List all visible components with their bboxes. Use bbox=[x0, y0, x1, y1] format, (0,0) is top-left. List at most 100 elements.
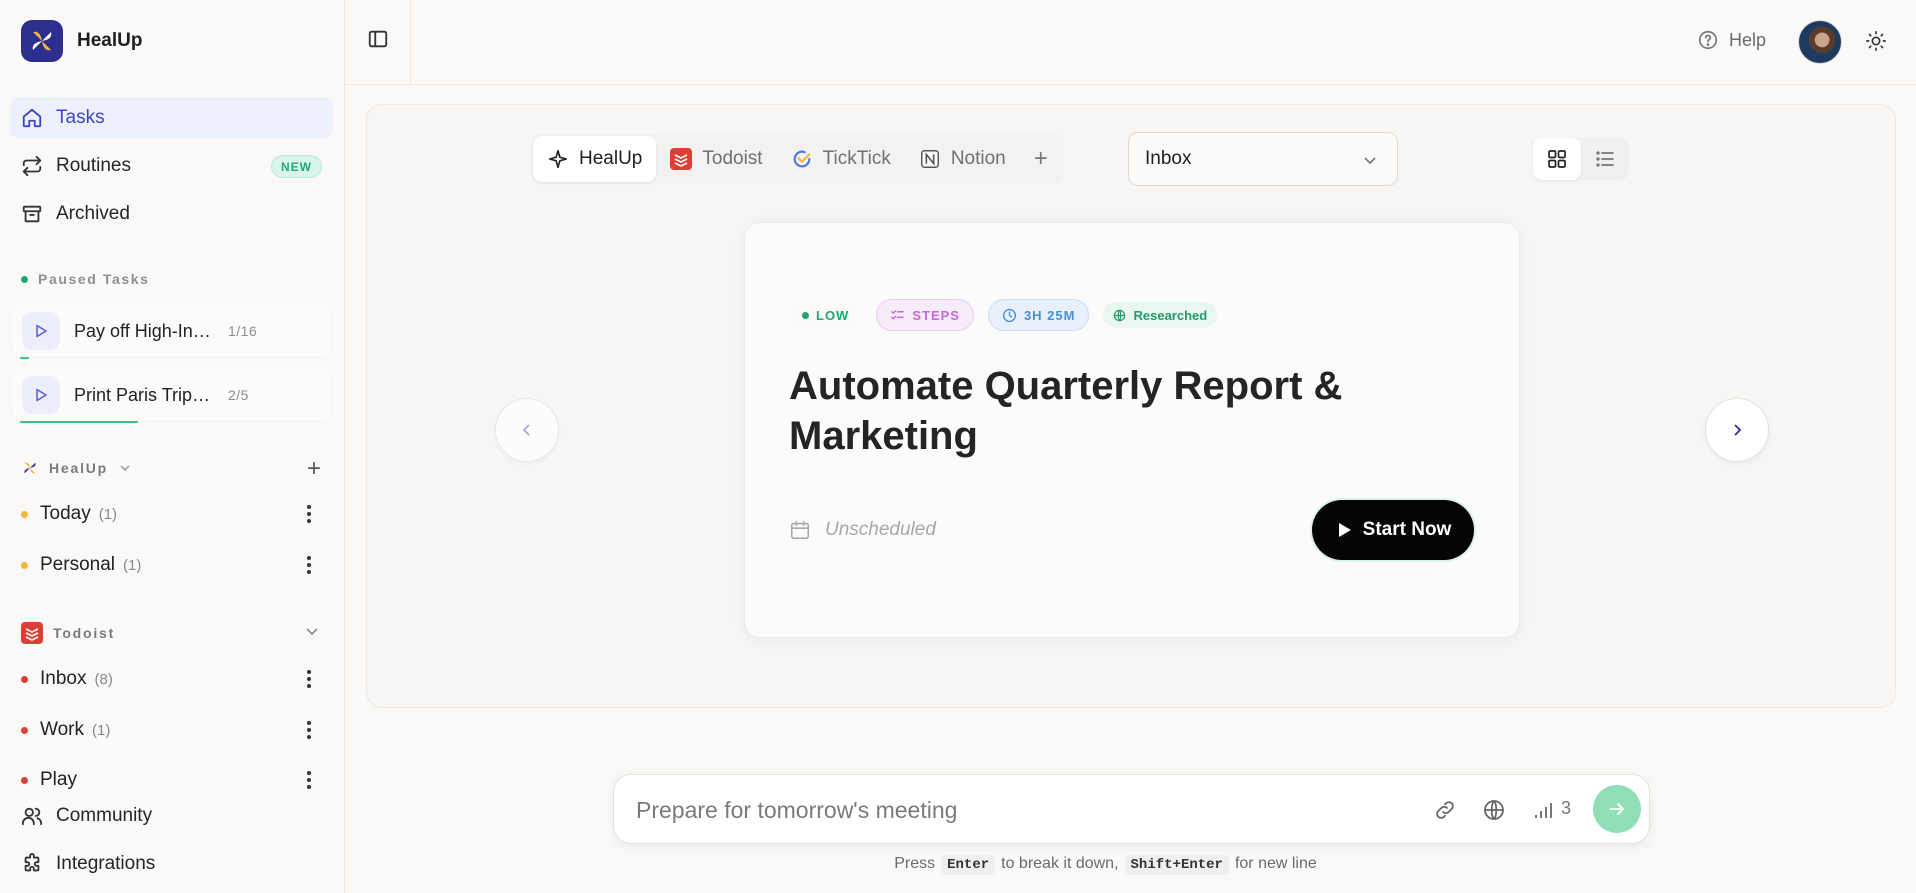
paused-task-item[interactable]: Print Paris Trip Docs 2/5 bbox=[12, 369, 330, 421]
sidebar-item-archived[interactable]: Archived bbox=[10, 193, 333, 235]
signal-bars-icon bbox=[1535, 803, 1552, 818]
priority-dot bbox=[802, 311, 809, 319]
link-icon[interactable] bbox=[1433, 798, 1457, 827]
project-select[interactable]: Inbox bbox=[1128, 132, 1398, 186]
notion-logo-icon bbox=[920, 150, 939, 168]
users-icon bbox=[21, 807, 43, 826]
composer-hint: Press Enter to break it down, Shift+Enter fo… bbox=[894, 855, 1317, 875]
group-header-todoist[interactable]: Todoist bbox=[21, 622, 321, 644]
source-tabs: HealUp Todoist TickTick Notion + bbox=[531, 134, 1064, 184]
project-dot bbox=[21, 675, 28, 683]
clock-icon bbox=[1002, 308, 1017, 322]
next-task-button[interactable] bbox=[1705, 398, 1769, 462]
add-project-button[interactable]: + bbox=[307, 455, 321, 483]
chevron-down-icon[interactable] bbox=[118, 461, 132, 475]
researched-badge: Researched bbox=[1103, 302, 1218, 328]
paused-tasks-label: Paused Tasks bbox=[21, 271, 150, 287]
tab-notion[interactable]: Notion bbox=[905, 136, 1020, 182]
divider bbox=[410, 0, 411, 85]
todoist-logo-icon bbox=[21, 622, 43, 644]
task-chips: LOW STEPS 3H 25M Researched bbox=[789, 299, 1218, 331]
paused-task-item[interactable]: Pay off High-Interest Debt 1/16 bbox=[12, 305, 330, 357]
brand-name: HealUp bbox=[77, 30, 143, 51]
archive-icon bbox=[22, 205, 42, 223]
new-task-input[interactable] bbox=[636, 793, 1416, 827]
theme-sun-icon[interactable] bbox=[1865, 30, 1887, 57]
calendar-icon bbox=[790, 520, 810, 540]
project-dot bbox=[21, 726, 28, 734]
todoist-logo-icon bbox=[670, 148, 693, 170]
steps-icon bbox=[891, 309, 905, 320]
paused-task-title: Pay off High-Interest Debt bbox=[74, 320, 214, 341]
sidebar-item-routines[interactable]: Routines NEW bbox=[10, 145, 333, 187]
ticktick-logo-icon bbox=[793, 150, 811, 168]
add-source-button[interactable]: + bbox=[1020, 145, 1062, 173]
sidebar: HealUp Tasks Routines NEW Archived Pause… bbox=[0, 0, 345, 893]
start-now-button[interactable]: Start Now bbox=[1312, 500, 1474, 560]
sidebar-item-work[interactable]: Work (1) bbox=[21, 715, 321, 745]
depth-selector[interactable]: 3 bbox=[1534, 798, 1571, 819]
sidebar-item-label: Archived bbox=[56, 203, 130, 224]
sidebar-item-tasks[interactable]: Tasks bbox=[10, 97, 333, 139]
shift-enter-key: Shift+Enter bbox=[1124, 855, 1229, 875]
healup-logo-icon bbox=[21, 20, 63, 62]
steps-badge[interactable]: STEPS bbox=[876, 299, 974, 331]
chevron-right-icon bbox=[1734, 424, 1742, 436]
globe-icon bbox=[1114, 309, 1126, 321]
more-menu-icon[interactable] bbox=[297, 767, 321, 792]
top-bar: Help bbox=[345, 0, 1916, 85]
paused-task-title: Print Paris Trip Docs bbox=[74, 384, 214, 405]
task-progress-bar bbox=[20, 421, 138, 423]
more-menu-icon[interactable] bbox=[297, 552, 321, 578]
more-menu-icon[interactable] bbox=[297, 666, 321, 692]
project-dot bbox=[21, 510, 28, 518]
sidebar-item-today[interactable]: Today (1) bbox=[21, 499, 321, 529]
paused-task-count: 2/5 bbox=[228, 387, 249, 403]
sidebar-item-inbox[interactable]: Inbox (8) bbox=[21, 664, 321, 694]
play-icon[interactable] bbox=[22, 312, 60, 350]
sidebar-item-personal[interactable]: Personal (1) bbox=[21, 550, 321, 580]
brand[interactable]: HealUp bbox=[21, 20, 142, 62]
tab-healup[interactable]: HealUp bbox=[533, 136, 657, 182]
new-badge: NEW bbox=[271, 155, 322, 178]
task-card: LOW STEPS 3H 25M Researched Automate Qua… bbox=[744, 222, 1520, 638]
play-icon[interactable] bbox=[22, 376, 60, 414]
group-name: Todoist bbox=[53, 625, 116, 641]
chevron-down-icon[interactable] bbox=[303, 622, 321, 640]
project-dot bbox=[21, 776, 28, 784]
tab-todoist[interactable]: Todoist bbox=[656, 136, 776, 182]
paused-task-count: 1/16 bbox=[228, 323, 258, 339]
group-header-healup[interactable]: HealUp + bbox=[21, 455, 321, 482]
view-toggle bbox=[1533, 138, 1629, 180]
user-avatar[interactable] bbox=[1798, 20, 1842, 64]
task-progress-bar bbox=[20, 357, 29, 359]
sidebar-item-label: Routines bbox=[56, 155, 131, 176]
grid-icon bbox=[1548, 150, 1566, 168]
list-view-button[interactable] bbox=[1581, 138, 1629, 180]
grid-view-button[interactable] bbox=[1533, 138, 1581, 180]
globe-icon[interactable] bbox=[1482, 798, 1506, 827]
sparkle-icon bbox=[548, 149, 568, 169]
arrow-right-icon bbox=[1610, 803, 1624, 815]
more-menu-icon[interactable] bbox=[297, 501, 321, 527]
project-dot bbox=[21, 561, 28, 569]
play-icon bbox=[1338, 523, 1351, 537]
duration-badge: 3H 25M bbox=[987, 299, 1090, 331]
repeat-icon bbox=[22, 155, 42, 177]
tab-ticktick[interactable]: TickTick bbox=[777, 136, 905, 182]
sidebar-toggle-icon[interactable] bbox=[367, 28, 389, 55]
submit-button[interactable] bbox=[1593, 785, 1641, 833]
sidebar-item-play[interactable]: Play bbox=[21, 765, 321, 792]
previous-task-button[interactable] bbox=[495, 398, 559, 462]
home-icon bbox=[22, 108, 42, 128]
sidebar-item-label: Tasks bbox=[56, 107, 105, 128]
healup-small-logo-icon bbox=[24, 462, 36, 474]
help-icon bbox=[1698, 30, 1718, 50]
task-title: Automate Quarterly Report & Marketing bbox=[789, 364, 1343, 458]
status-dot bbox=[21, 275, 28, 283]
more-menu-icon[interactable] bbox=[297, 717, 321, 743]
help-button[interactable]: Help bbox=[1697, 29, 1766, 51]
community-link[interactable]: Community bbox=[21, 805, 152, 827]
task-composer: 3 bbox=[613, 774, 1650, 844]
schedule-button[interactable]: Unscheduled bbox=[789, 519, 936, 541]
